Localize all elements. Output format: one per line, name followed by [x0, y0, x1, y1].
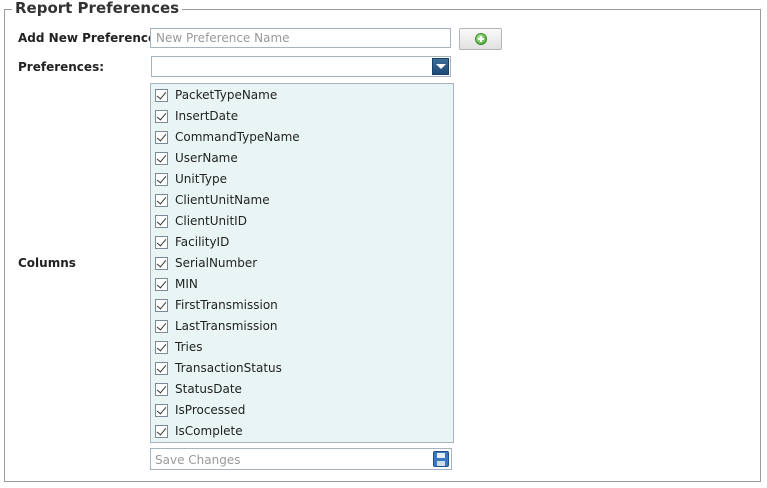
column-option-label: ClientUnitName — [175, 193, 270, 207]
column-option-label: CommandTypeName — [175, 130, 300, 144]
column-option-label: IsComplete — [175, 424, 243, 438]
columns-checklist: PacketTypeName InsertDate CommandTypeName U… — [150, 83, 454, 443]
column-option[interactable]: MIN — [151, 274, 453, 295]
column-option-label: PacketTypeName — [175, 88, 278, 102]
column-option-label: UserName — [175, 151, 238, 165]
column-option-label: SerialNumber — [175, 256, 258, 270]
column-checkbox[interactable] — [155, 383, 168, 396]
column-checkbox[interactable] — [155, 341, 168, 354]
save-changes-field[interactable]: Save Changes — [150, 448, 452, 470]
column-option-label: Tries — [175, 340, 203, 354]
column-option-label: InsertDate — [175, 109, 239, 123]
column-option[interactable]: IsProcessed — [151, 400, 453, 421]
column-checkbox[interactable] — [155, 257, 168, 270]
column-checkbox[interactable] — [155, 299, 168, 312]
column-option[interactable]: SerialNumber — [151, 253, 453, 274]
new-preference-name-input[interactable] — [150, 28, 451, 48]
column-option[interactable]: StatusDate — [151, 379, 453, 400]
add-preference-button[interactable] — [459, 28, 502, 50]
column-option[interactable]: PacketTypeName — [151, 85, 453, 106]
column-option-label: IsProcessed — [175, 403, 246, 417]
column-option-label: ClientUnitID — [175, 214, 247, 228]
column-option-label: TransactionStatus — [175, 361, 282, 375]
column-checkbox[interactable] — [155, 131, 168, 144]
column-option[interactable]: UserName — [151, 148, 453, 169]
column-option-label: FirstTransmission — [175, 298, 278, 312]
column-option-label: FacilityID — [175, 235, 230, 249]
column-option-label: UnitType — [175, 172, 227, 186]
column-checkbox[interactable] — [155, 152, 168, 165]
save-changes-placeholder: Save Changes — [155, 453, 241, 467]
column-checkbox[interactable] — [155, 425, 168, 438]
column-checkbox[interactable] — [155, 404, 168, 417]
column-option-label: StatusDate — [175, 382, 242, 396]
column-option-label: LastTransmission — [175, 319, 278, 333]
column-option[interactable]: IsComplete — [151, 421, 453, 442]
column-option[interactable]: Tries — [151, 337, 453, 358]
chevron-down-icon[interactable] — [432, 58, 449, 75]
column-checkbox[interactable] — [155, 215, 168, 228]
preferences-label: Preferences: — [18, 60, 105, 74]
column-option[interactable]: CommandTypeName — [151, 127, 453, 148]
plus-circle-icon — [475, 33, 487, 45]
column-checkbox[interactable] — [155, 110, 168, 123]
column-option[interactable]: FirstTransmission — [151, 295, 453, 316]
column-option[interactable]: ClientUnitID — [151, 211, 453, 232]
add-preference-label: Add New Preference: — [18, 31, 161, 45]
column-checkbox[interactable] — [155, 320, 168, 333]
column-option[interactable]: ClientUnitName — [151, 190, 453, 211]
column-option[interactable]: LastTransmission — [151, 316, 453, 337]
column-checkbox[interactable] — [155, 89, 168, 102]
column-checkbox[interactable] — [155, 362, 168, 375]
column-option[interactable]: TransactionStatus — [151, 358, 453, 379]
column-option-label: MIN — [175, 277, 198, 291]
columns-label: Columns — [18, 256, 76, 270]
column-checkbox[interactable] — [155, 278, 168, 291]
column-checkbox[interactable] — [155, 236, 168, 249]
column-option[interactable]: InsertDate — [151, 106, 453, 127]
floppy-disk-icon[interactable] — [433, 451, 449, 467]
column-checkbox[interactable] — [155, 194, 168, 207]
column-option[interactable]: UnitType — [151, 169, 453, 190]
column-checkbox[interactable] — [155, 173, 168, 186]
panel-legend: Report Preferences — [12, 0, 183, 17]
preferences-dropdown[interactable] — [151, 56, 451, 77]
column-option[interactable]: FacilityID — [151, 232, 453, 253]
